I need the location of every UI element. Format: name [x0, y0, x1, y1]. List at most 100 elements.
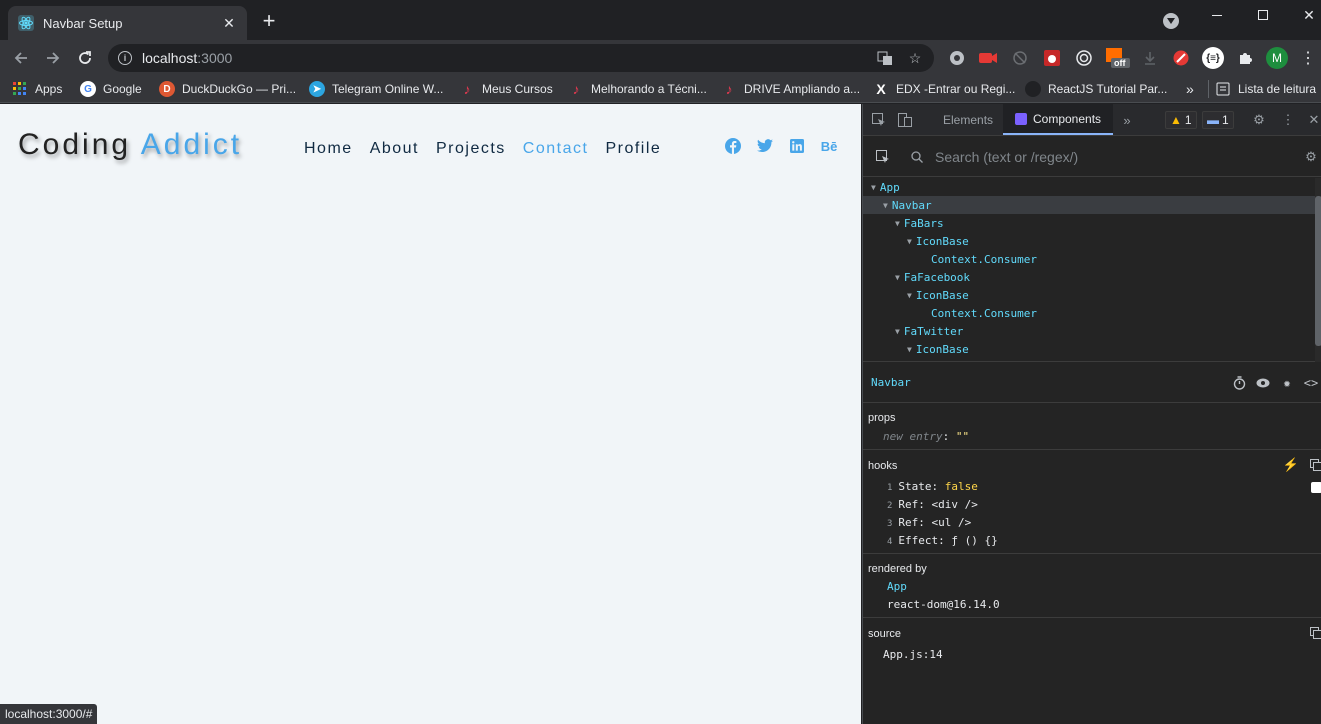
devtools-menu-icon[interactable]: ⋮	[1280, 112, 1296, 128]
bookmark-star-icon[interactable]: ☆	[906, 50, 924, 66]
component-search-input[interactable]: Search (text or /regex/)	[935, 149, 1078, 165]
expand-arrow-icon[interactable]: ▼	[883, 201, 888, 210]
hook-value[interactable]: false	[945, 480, 978, 493]
source-location[interactable]: App.js:14	[883, 648, 943, 661]
expand-arrow-icon[interactable]: ▼	[907, 237, 912, 246]
expand-arrow-icon[interactable]: ▼	[895, 327, 900, 336]
site-logo[interactable]: Coding Addict	[18, 128, 242, 162]
bookmark-google[interactable]: G Google	[80, 80, 142, 98]
new-tab-button[interactable]: +	[258, 10, 280, 32]
expand-arrow-icon[interactable]: ▼	[907, 345, 912, 354]
more-tabs-icon[interactable]: »	[1119, 112, 1135, 128]
extension-bug-icon[interactable]	[1042, 48, 1062, 68]
magic-wand-icon[interactable]: ⚡	[1283, 457, 1299, 473]
select-component-icon[interactable]	[875, 149, 891, 165]
hook-row[interactable]: 2 Ref: <div />	[887, 498, 978, 511]
bookmark-melhorando[interactable]: ♪ Melhorando a Técni...	[568, 80, 707, 98]
bookmark-apps[interactable]: Apps	[12, 80, 62, 98]
reload-icon[interactable]	[73, 46, 97, 70]
back-icon[interactable]	[9, 46, 33, 70]
music-note-icon: ♪	[725, 81, 733, 97]
tree-row[interactable]: ▼ IconBase	[863, 340, 1315, 358]
inspect-element-icon[interactable]	[871, 112, 887, 128]
browser-menu-icon[interactable]: ⋮	[1298, 48, 1318, 68]
behance-icon[interactable]: Bē	[821, 138, 838, 154]
components-settings-icon[interactable]: ⚙	[1303, 149, 1319, 165]
tree-row[interactable]: ▼ FaTwitter	[863, 322, 1315, 340]
tree-row[interactable]: Context.Consumer	[863, 304, 1315, 322]
new-entry-value[interactable]: ""	[956, 430, 969, 443]
maximize-icon[interactable]	[1240, 0, 1286, 30]
props-new-entry[interactable]: new entry: ""	[883, 430, 969, 443]
nav-link-home[interactable]: Home	[304, 140, 353, 158]
hook-row[interactable]: 3 Ref: <ul />	[887, 516, 971, 529]
bookmark-meus-cursos[interactable]: ♪ Meus Cursos	[459, 80, 553, 98]
bookmark-edx[interactable]: X EDX -Entrar ou Regi...	[873, 80, 1015, 98]
forward-icon[interactable]	[41, 46, 65, 70]
hook-row[interactable]: 1 State: false	[887, 480, 978, 493]
tree-row[interactable]: ▼ App	[863, 178, 1315, 196]
messages-badge[interactable]: ▬ 1	[1202, 111, 1234, 129]
bug-icon[interactable]: ✹	[1279, 375, 1295, 391]
bookmark-drive[interactable]: ♪ DRIVE Ampliando a...	[721, 80, 861, 98]
browser-tab[interactable]: Navbar Setup ✕	[8, 6, 247, 40]
stopwatch-icon[interactable]	[1231, 375, 1247, 391]
close-window-icon[interactable]: ✕	[1286, 0, 1321, 30]
tree-scrollbar[interactable]	[1315, 178, 1321, 362]
profile-avatar[interactable]: M	[1266, 47, 1288, 69]
scroll-thumb[interactable]	[1315, 196, 1321, 346]
extensions-puzzle-icon[interactable]	[1235, 48, 1255, 68]
expand-arrow-icon[interactable]: ▼	[907, 291, 912, 300]
address-bar[interactable]: i localhost:3000 ☆	[108, 44, 934, 72]
hook-state-checkbox[interactable]	[1311, 482, 1321, 493]
bookmark-duckduckgo[interactable]: D DuckDuckGo — Pri...	[159, 80, 296, 98]
device-toolbar-icon[interactable]	[897, 112, 913, 128]
tab-components[interactable]: Components	[1003, 104, 1114, 135]
component-tree: ▼ App ▼ Navbar ▼ FaBars ▼ IconBase Context.C…	[863, 178, 1315, 362]
hook-row[interactable]: 4 Effect: ƒ () {}	[887, 534, 998, 547]
settings-gear-icon[interactable]: ⚙	[1251, 112, 1267, 128]
expand-arrow-icon[interactable]: ▼	[895, 219, 900, 228]
close-devtools-icon[interactable]: ✕	[1306, 112, 1321, 128]
expand-arrow-icon[interactable]: ▼	[895, 273, 900, 282]
bookmark-reactjs[interactable]: ReactJS Tutorial Par...	[1025, 80, 1167, 98]
tab-elements[interactable]: Elements	[943, 104, 993, 135]
tree-row[interactable]: ▼ IconBase	[863, 286, 1315, 304]
tree-row[interactable]: ▼ IconBase	[863, 232, 1315, 250]
tree-row[interactable]: Context.Consumer	[863, 250, 1315, 268]
extension-block-icon[interactable]	[1171, 48, 1191, 68]
tree-row[interactable]: ▼ FaBars	[863, 214, 1315, 232]
twitter-icon[interactable]	[757, 138, 773, 154]
more-bookmarks-button[interactable]: »	[1186, 80, 1194, 98]
expand-arrow-icon[interactable]: ▼	[871, 183, 876, 192]
warnings-badge[interactable]: ▲ 1	[1165, 111, 1197, 129]
nav-link-projects[interactable]: Projects	[436, 140, 506, 158]
tree-row[interactable]: ▼ Navbar	[863, 196, 1315, 214]
eye-icon[interactable]	[1255, 375, 1271, 391]
facebook-icon[interactable]	[725, 138, 741, 154]
minimize-icon[interactable]	[1194, 0, 1240, 30]
extension-disabled-icon[interactable]	[1010, 48, 1030, 68]
extension-target-icon[interactable]	[1074, 48, 1094, 68]
nav-link-about[interactable]: About	[370, 140, 419, 158]
copy-source-icon[interactable]	[1308, 625, 1321, 641]
extension-json-icon[interactable]: {≡}	[1202, 47, 1224, 69]
tab-search-icon[interactable]	[1163, 13, 1179, 29]
bookmark-telegram[interactable]: ➤ Telegram Online W...	[309, 80, 443, 98]
extension-off-icon[interactable]: off	[1106, 48, 1130, 68]
copy-hooks-icon[interactable]	[1308, 457, 1321, 473]
nav-link-profile[interactable]: Profile	[605, 140, 661, 158]
translate-icon[interactable]	[876, 50, 894, 66]
view-source-icon[interactable]: <>	[1303, 375, 1319, 391]
reading-list-icon	[1215, 81, 1231, 97]
linkedin-icon[interactable]	[789, 138, 805, 154]
site-info-icon[interactable]: i	[118, 51, 132, 65]
nav-link-contact[interactable]: Contact	[523, 140, 589, 158]
tree-row[interactable]: ▼ FaFacebook	[863, 268, 1315, 286]
rendered-by-app-link[interactable]: App	[887, 580, 907, 593]
close-tab-icon[interactable]: ✕	[221, 15, 237, 32]
extension-download-icon[interactable]	[1140, 48, 1160, 68]
extension-icon[interactable]	[947, 48, 967, 68]
reading-list-button[interactable]: Lista de leitura	[1208, 80, 1316, 98]
extension-record-icon[interactable]	[978, 48, 998, 68]
